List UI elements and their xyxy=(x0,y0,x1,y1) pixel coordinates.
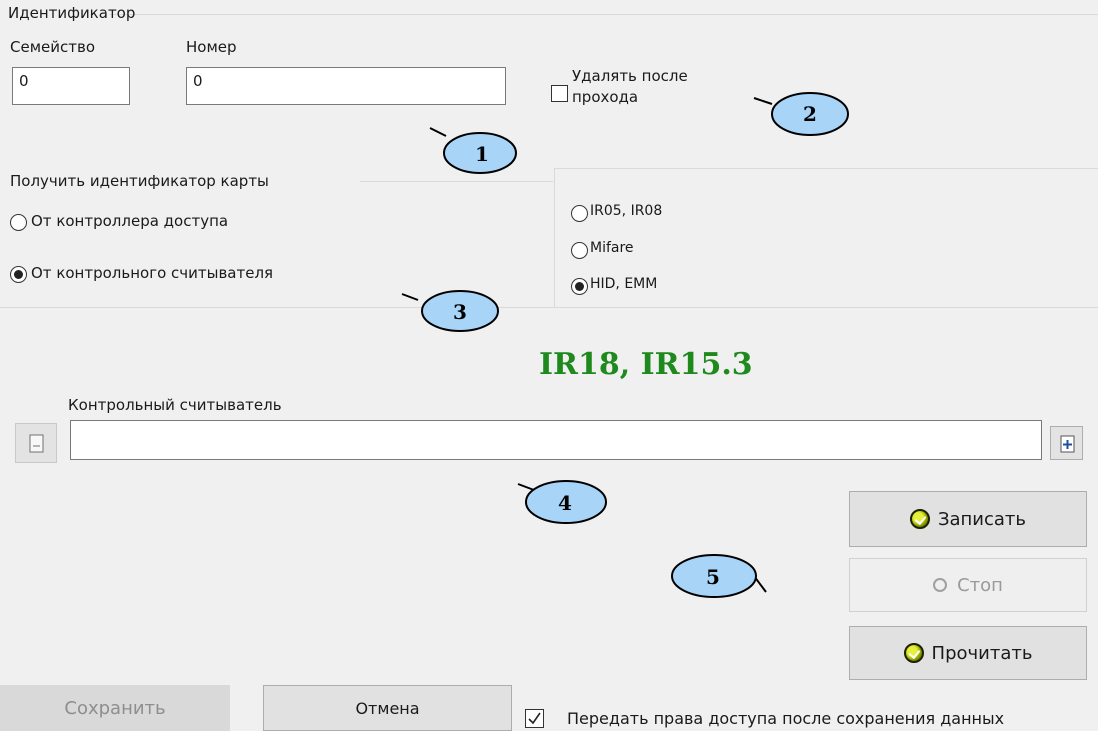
callout-3-number: 3 xyxy=(453,300,467,324)
callout-3: 3 xyxy=(401,290,499,332)
add-document-icon xyxy=(1060,435,1075,453)
stop-button[interactable]: Стоп xyxy=(849,558,1087,612)
group-divider xyxy=(554,168,555,308)
checkmark-icon xyxy=(528,712,541,725)
from-control-reader-radio[interactable] xyxy=(10,266,27,283)
identifier-group-title: Идентификатор xyxy=(8,4,136,22)
callout-1-number: 1 xyxy=(475,142,489,166)
card-type-mifare-radio[interactable] xyxy=(571,242,588,259)
card-type-ir05-label: IR05, IR08 xyxy=(590,203,663,219)
callout-2-number: 2 xyxy=(803,102,817,126)
number-label: Номер xyxy=(186,38,237,56)
callout-5: 5 xyxy=(671,554,767,598)
delete-after-pass-checkbox[interactable] xyxy=(551,85,568,102)
transfer-rights-checkbox[interactable] xyxy=(525,709,544,728)
read-button-label: Прочитать xyxy=(931,642,1033,664)
delete-after-pass-line1: Удалять после xyxy=(572,67,688,85)
transfer-rights-label: Передать права доступа после сохранения … xyxy=(567,709,1005,728)
save-button[interactable]: Сохранить xyxy=(0,685,230,731)
delete-after-pass-line2: прохода xyxy=(572,88,639,106)
delete-after-pass-label: Удалять после прохода xyxy=(572,66,688,108)
card-type-mifare-label: Mifare xyxy=(590,240,634,256)
get-card-id-group-title: Получить идентификатор карты xyxy=(10,172,269,190)
group-border xyxy=(554,168,1098,169)
write-button[interactable]: Записать xyxy=(849,491,1087,547)
write-button-label: Записать xyxy=(937,508,1027,530)
family-field[interactable]: 0 xyxy=(12,67,130,105)
group-border xyxy=(0,307,1098,308)
select-reader-button[interactable] xyxy=(1050,426,1083,460)
reader-model-title: IR18, IR15.3 xyxy=(539,347,753,382)
callout-4: 4 xyxy=(517,480,607,524)
number-field[interactable]: 0 xyxy=(186,67,506,105)
family-label: Семейство xyxy=(10,38,95,56)
callout-2: 2 xyxy=(753,92,849,136)
card-type-hid-label: HID, EMM xyxy=(590,276,658,292)
group-border xyxy=(110,14,1098,15)
stop-button-label: Стоп xyxy=(957,574,1003,596)
ok-icon xyxy=(909,509,930,529)
callout-5-number: 5 xyxy=(706,565,720,589)
callout-1: 1 xyxy=(429,127,517,174)
ok-icon xyxy=(903,643,924,663)
stop-icon xyxy=(933,578,948,592)
save-button-label: Сохранить xyxy=(64,697,166,719)
callout-4-number: 4 xyxy=(558,491,572,515)
card-type-ir05-radio[interactable] xyxy=(571,205,588,222)
cancel-button[interactable]: Отмена xyxy=(263,685,512,731)
cancel-button-label: Отмена xyxy=(355,698,420,718)
card-type-hid-radio[interactable] xyxy=(571,278,588,295)
clear-reader-button[interactable] xyxy=(15,423,57,463)
control-reader-field[interactable] xyxy=(70,420,1042,460)
read-button[interactable]: Прочитать xyxy=(849,626,1087,680)
from-access-controller-radio[interactable] xyxy=(10,214,27,231)
from-control-reader-label: От контрольного считывателя xyxy=(31,264,274,282)
from-access-controller-label: От контроллера доступа xyxy=(31,212,229,230)
document-icon xyxy=(29,434,44,453)
control-reader-label: Контрольный считыватель xyxy=(68,396,282,414)
